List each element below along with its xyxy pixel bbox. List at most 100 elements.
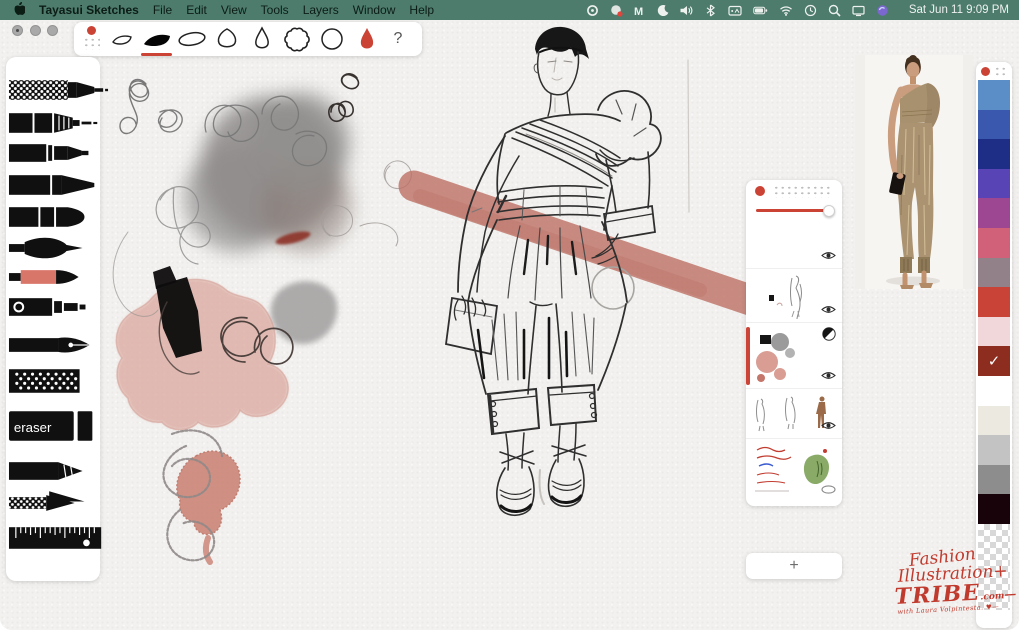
help-button[interactable]: ?	[384, 30, 412, 48]
tool-technical-pen[interactable]	[8, 108, 110, 138]
eye-closed-icon[interactable]	[821, 481, 836, 499]
brush-tip-round[interactable]	[209, 24, 244, 54]
palette-swatch-3[interactable]	[978, 169, 1010, 199]
display-icon[interactable]	[852, 4, 865, 17]
bluetooth-icon[interactable]	[704, 4, 717, 17]
spotlight-icon[interactable]	[828, 4, 841, 17]
tool-ink-pen[interactable]	[8, 292, 110, 322]
layer-row-1[interactable]	[746, 215, 842, 268]
menu-bar: Tayasui Sketches File Edit View Tools Layers…	[0, 0, 1019, 20]
record-icon[interactable]	[586, 4, 599, 17]
palette-swatch-5[interactable]	[978, 228, 1010, 258]
palette-handle[interactable]	[976, 62, 1012, 80]
palette-swatch-12[interactable]	[978, 435, 1010, 465]
drag-dots-icon	[994, 66, 1007, 77]
blend-mode-icon[interactable]	[822, 327, 836, 346]
clock-icon[interactable]	[804, 4, 817, 17]
menu-item-edit[interactable]: Edit	[186, 3, 207, 17]
tool-watercolor-brush[interactable]	[8, 262, 110, 292]
app-color-icon[interactable]	[876, 4, 889, 17]
apple-logo-icon	[12, 1, 25, 16]
tool-brush-pen[interactable]	[8, 233, 110, 263]
tool-fineliner-pen[interactable]	[8, 138, 110, 168]
menu-item-help[interactable]: Help	[409, 3, 434, 17]
layer-opacity-slider[interactable]	[756, 209, 830, 212]
brush-tip-scalloped[interactable]	[279, 24, 314, 54]
window-zoom-button[interactable]	[47, 25, 58, 36]
app-menu-title[interactable]: Tayasui Sketches	[39, 3, 139, 17]
brush-tip-circle[interactable]	[314, 24, 349, 54]
apple-menu[interactable]	[12, 1, 25, 19]
menu-item-tools[interactable]: Tools	[261, 3, 289, 17]
palette-swatch-2[interactable]	[978, 139, 1010, 169]
eraser-label: eraser	[14, 420, 52, 435]
brush-tip-flat-small[interactable]	[104, 24, 139, 54]
menu-item-file[interactable]: File	[153, 3, 172, 17]
palette-swatch-13[interactable]	[978, 465, 1010, 495]
palette-swatch-4[interactable]	[978, 198, 1010, 228]
tool-fountain-pen[interactable]	[8, 330, 110, 360]
brush-tip-ellipse[interactable]	[174, 24, 209, 54]
app-badge-icon[interactable]	[610, 4, 623, 17]
layer-row-3[interactable]	[746, 322, 842, 388]
tool-airbrush[interactable]	[8, 366, 110, 396]
palette-swatch-6[interactable]	[978, 258, 1010, 288]
palette-swatch-8[interactable]	[978, 317, 1010, 347]
watermark: Fashion Illustration+ TRIBE.com— with La…	[884, 545, 1019, 617]
layer-row-4[interactable]	[746, 388, 842, 438]
add-layer-button[interactable]: +	[746, 553, 842, 579]
window-close-button[interactable]	[12, 25, 23, 36]
droplet-icon	[350, 26, 384, 52]
status-icons: M	[586, 4, 889, 17]
eye-icon[interactable]	[821, 301, 836, 319]
layer-row-2[interactable]	[746, 268, 842, 322]
wifi-icon[interactable]	[779, 4, 793, 17]
eye-icon[interactable]	[821, 417, 836, 435]
menu-item-layers[interactable]: Layers	[303, 3, 339, 17]
reference-photo[interactable]	[855, 55, 973, 289]
eye-icon[interactable]	[821, 367, 836, 385]
plus-icon: +	[789, 557, 798, 575]
character-viewer-icon[interactable]	[728, 4, 742, 17]
tools-panel: eraser	[6, 57, 100, 581]
volume-icon[interactable]	[680, 4, 693, 17]
layer-row-5[interactable]	[746, 438, 842, 502]
menu-item-view[interactable]: View	[221, 3, 247, 17]
color-droplet-button[interactable]	[349, 24, 384, 54]
brush-tip-droplet[interactable]	[244, 24, 279, 54]
battery-icon[interactable]	[753, 4, 768, 17]
brush-toolbar-handle[interactable]	[78, 24, 104, 54]
red-dot-handle-icon	[87, 26, 96, 35]
layers-panel-handle[interactable]	[746, 180, 842, 202]
brush-toolbar: ?	[74, 22, 422, 56]
m-logo-icon[interactable]: M	[634, 4, 645, 17]
palette-swatch-7[interactable]	[978, 287, 1010, 317]
red-paint-stroke	[414, 186, 756, 302]
app-window: Fashion Illustration+ TRIBE.com— with La…	[0, 0, 1019, 630]
tool-screentone-pencil[interactable]	[8, 75, 110, 105]
menu-bar-clock[interactable]: Sat Jun 11 9:09 PM	[909, 4, 1009, 16]
palette-swatch-10[interactable]	[978, 376, 1010, 406]
tool-rollerball-pen[interactable]	[8, 170, 110, 200]
window-minimize-button[interactable]	[30, 25, 41, 36]
moon-icon[interactable]	[656, 4, 669, 17]
eye-icon[interactable]	[821, 247, 836, 265]
brush-tip-flat-filled[interactable]	[139, 24, 174, 54]
menu-item-window[interactable]: Window	[353, 3, 396, 17]
selected-color-check-icon: ✓	[978, 346, 1010, 376]
palette-swatch-14[interactable]	[978, 494, 1010, 524]
tool-ruler[interactable]	[8, 521, 110, 553]
tool-pencil[interactable]	[8, 456, 110, 486]
airbrush-blob	[184, 92, 352, 252]
tool-blending-stump[interactable]	[8, 488, 110, 518]
tool-marker[interactable]	[8, 202, 110, 232]
tool-eraser[interactable]: eraser	[8, 409, 110, 443]
palette-swatch-1[interactable]	[978, 110, 1010, 140]
palette-swatch-11[interactable]	[978, 406, 1010, 436]
drag-dots-icon	[773, 185, 831, 198]
palette-swatch-0[interactable]	[978, 80, 1010, 110]
palette-swatch-9[interactable]: ✓	[978, 346, 1010, 376]
red-dot-handle-icon	[755, 186, 765, 196]
window-controls	[12, 25, 58, 36]
model-photo	[855, 55, 973, 289]
